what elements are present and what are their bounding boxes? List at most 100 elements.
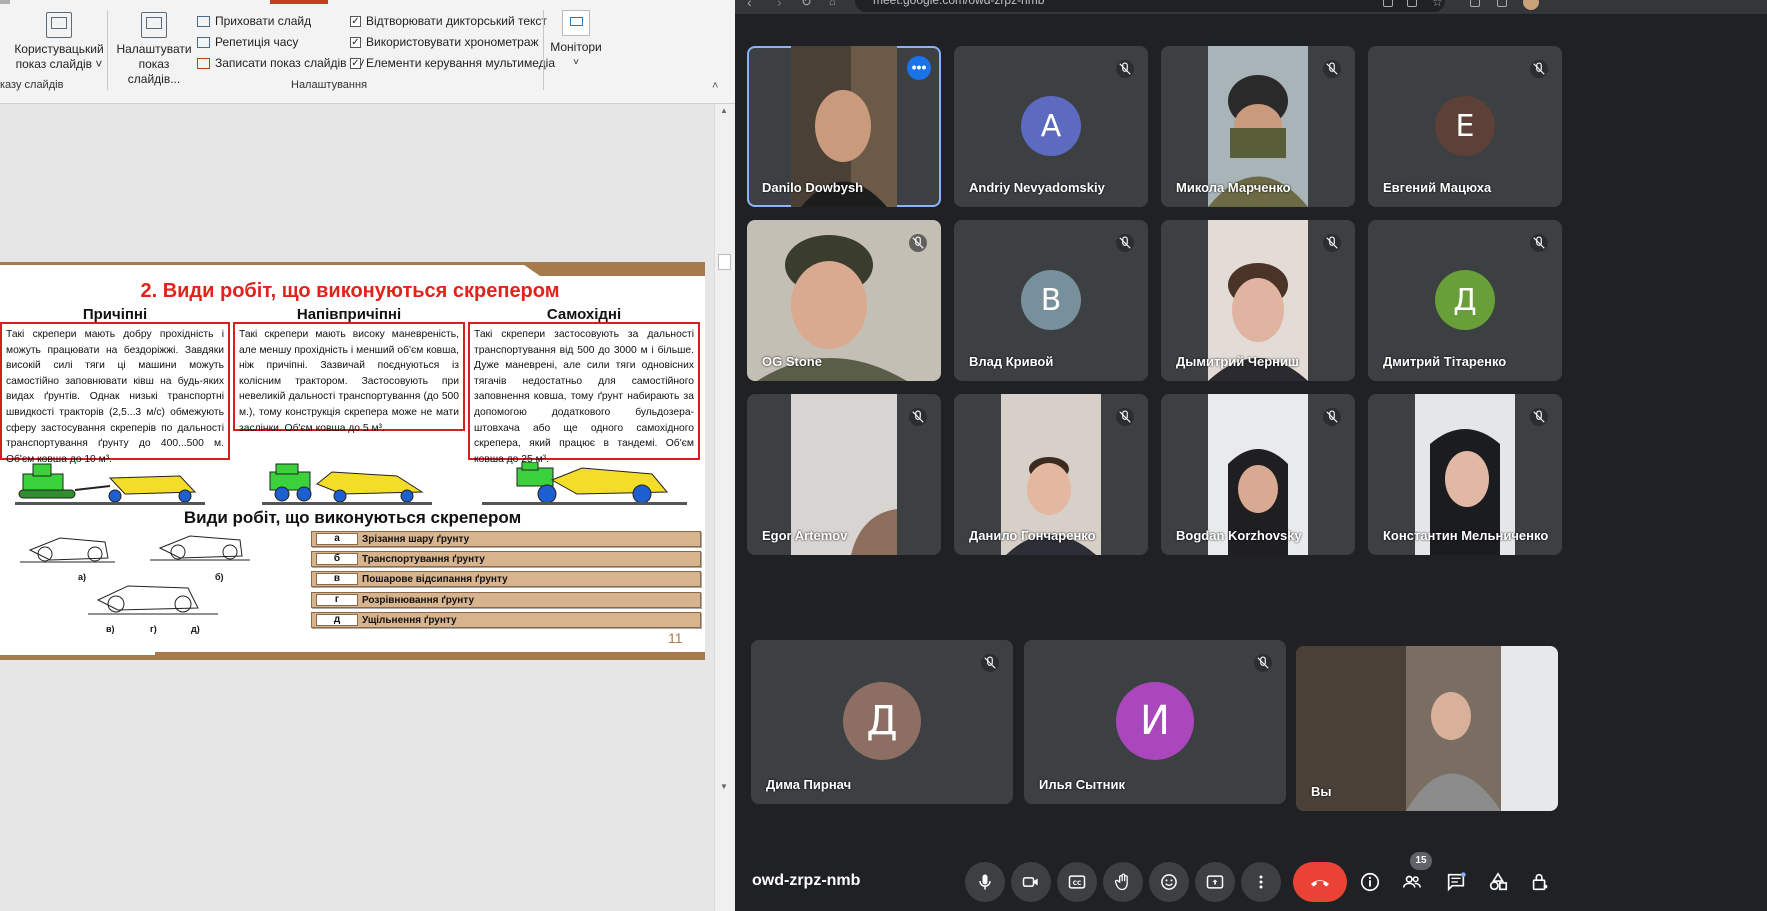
participant-tile[interactable]: Е Евгений Мацюха: [1368, 46, 1562, 207]
emoji-icon: [1161, 874, 1177, 890]
custom-show-label-1: Користувацький: [14, 42, 104, 56]
back-icon[interactable]: ‹: [747, 0, 752, 10]
svg-text:CC: CC: [1073, 881, 1082, 887]
ribbon: Користувацький показ слайдів ˅ Налаштува…: [0, 0, 735, 104]
participant-avatar: В: [1021, 270, 1081, 330]
participant-tile[interactable]: Константин Мельниченко: [1368, 394, 1562, 555]
participant-tile[interactable]: ••• Danilo Dowbysh: [747, 46, 941, 207]
hang-up-icon: [1311, 880, 1329, 887]
scroll-up-icon[interactable]: ▲: [720, 106, 728, 115]
scrollbar-thumb[interactable]: [718, 254, 731, 270]
activities-button[interactable]: [1484, 868, 1512, 896]
ribbon-separator: [543, 10, 544, 90]
participant-name: Данило Гончаренко: [969, 528, 1096, 543]
rehearse-icon: [197, 36, 210, 48]
play-narrations-label: Відтворювати дикторський текст: [366, 14, 547, 28]
reactions-button[interactable]: [1149, 862, 1189, 902]
participant-tile[interactable]: Д Дима Пирнач: [751, 640, 1013, 804]
collapse-ribbon-icon[interactable]: ˄: [712, 80, 718, 92]
home-icon[interactable]: ⌂: [829, 0, 836, 8]
self-view-tile[interactable]: Вы: [1296, 646, 1558, 811]
participant-tile[interactable]: Д Дмитрий Тітаренко: [1368, 220, 1562, 381]
record-show-button[interactable]: Записати показ слайдів ˅: [197, 56, 365, 70]
participant-tile[interactable]: Дымитрий Черниш: [1161, 220, 1355, 381]
setup-show-label-1: Налаштувати: [116, 42, 192, 56]
participant-tile[interactable]: Bogdan Korzhovsky: [1161, 394, 1355, 555]
participant-name: Влад Кривой: [969, 354, 1054, 369]
operation-text: Транспортування ґрунту: [362, 553, 485, 565]
participant-name: Микола Марченко: [1176, 180, 1291, 195]
video-camera-icon: [1022, 877, 1038, 887]
operation-text: Пошарове відсипання ґрунту: [362, 573, 508, 585]
custom-show-button[interactable]: Користувацький показ слайдів ˅: [14, 12, 104, 72]
participant-tile[interactable]: A Andriy Nevyadomskiy: [954, 46, 1148, 207]
share-icon[interactable]: [1407, 0, 1417, 7]
operation-row: г Розрівнювання ґрунту: [311, 592, 701, 608]
participant-tile[interactable]: Egor Artemov: [747, 394, 941, 555]
checkbox-checked-icon[interactable]: ✓: [350, 57, 361, 69]
reload-icon[interactable]: ↻: [801, 0, 812, 10]
bookmark-star-icon[interactable]: ☆: [1432, 0, 1443, 9]
info-icon: [1360, 872, 1380, 892]
scroll-down-icon[interactable]: ▼: [720, 782, 728, 791]
operation-row: б Транспортування ґрунту: [311, 551, 701, 567]
slide-canvas[interactable]: 2. Види робіт, що виконуються скрепером …: [0, 262, 705, 660]
self-name: Вы: [1311, 784, 1332, 799]
checkbox-checked-icon[interactable]: ✓: [350, 15, 361, 27]
participants-button[interactable]: [1398, 868, 1426, 896]
col2-textbox: Такі скрепери мають високу маневреність,…: [233, 322, 465, 434]
custom-show-icon: [46, 12, 72, 38]
rehearse-timings-button[interactable]: Репетиція часу: [197, 35, 298, 49]
camera-button[interactable]: [1011, 862, 1051, 902]
extension-icon[interactable]: [1383, 0, 1393, 7]
powerpoint-window: Користувацький показ слайдів ˅ Налаштува…: [0, 0, 735, 911]
participant-name: Дмитрий Тітаренко: [1383, 354, 1507, 369]
participant-tile[interactable]: И Илья Сытник: [1024, 640, 1286, 804]
captions-button[interactable]: CC: [1057, 862, 1097, 902]
sidebar-icon[interactable]: [1497, 0, 1507, 7]
mic-off-icon: [1116, 234, 1134, 252]
present-screen-button[interactable]: [1195, 862, 1235, 902]
use-timings-checkbox[interactable]: ✓ Використовувати хронометраж: [350, 35, 539, 49]
active-tab-indicator: [270, 0, 328, 4]
play-narrations-checkbox[interactable]: ✓ Відтворювати дикторський текст: [350, 14, 547, 28]
decor-line-bottom: [0, 655, 160, 660]
hide-slide-button[interactable]: Приховати слайд: [197, 14, 311, 28]
monitors-button[interactable]: Монітори ˅: [548, 10, 604, 70]
diagram-label-a: а): [78, 572, 87, 582]
host-controls-button[interactable]: [1526, 868, 1554, 896]
extensions-puzzle-icon[interactable]: [1470, 0, 1480, 7]
people-icon: [1403, 875, 1421, 888]
participant-tile[interactable]: OG Stone: [747, 220, 941, 381]
diagram-label-d: д): [191, 624, 200, 634]
checkbox-checked-icon[interactable]: ✓: [350, 36, 361, 48]
leave-call-button[interactable]: [1293, 862, 1347, 902]
participant-name: Bogdan Korzhovsky: [1176, 528, 1302, 543]
captions-icon: CC: [1068, 875, 1086, 889]
meeting-details-button[interactable]: [1356, 868, 1384, 896]
more-options-button[interactable]: [1241, 862, 1281, 902]
participant-tile[interactable]: Микола Марченко: [1161, 46, 1355, 207]
setup-show-button[interactable]: Налаштувати показ слайдів...: [112, 12, 196, 87]
profile-avatar[interactable]: [1523, 0, 1539, 10]
media-controls-checkbox[interactable]: ✓ Елементи керування мультимедіа: [350, 56, 555, 70]
vertical-scrollbar[interactable]: ▲ ▼: [714, 104, 735, 911]
participant-tile[interactable]: В Влад Кривой: [954, 220, 1148, 381]
address-bar[interactable]: meet.google.com/owd-zrpz-nmb: [855, 0, 1445, 12]
participant-tile[interactable]: Данило Гончаренко: [954, 394, 1148, 555]
meeting-control-bar: owd-zrpz-nmb CC 15: [735, 850, 1767, 911]
more-options-icon[interactable]: •••: [907, 56, 931, 80]
participant-name: Egor Artemov: [762, 528, 848, 543]
raise-hand-button[interactable]: [1103, 862, 1143, 902]
shapes-icon: [1489, 872, 1508, 891]
mic-off-icon: [1530, 60, 1548, 78]
present-icon: [1206, 875, 1224, 889]
diagram-label-g: г): [150, 624, 157, 634]
operation-letter: в: [316, 573, 358, 585]
chat-button[interactable]: [1442, 868, 1470, 896]
operation-letter: б: [316, 553, 358, 565]
forward-icon[interactable]: ›: [777, 0, 782, 10]
participant-name: Дымитрий Черниш: [1176, 354, 1299, 369]
participant-avatar: И: [1116, 682, 1194, 760]
microphone-button[interactable]: [965, 862, 1005, 902]
